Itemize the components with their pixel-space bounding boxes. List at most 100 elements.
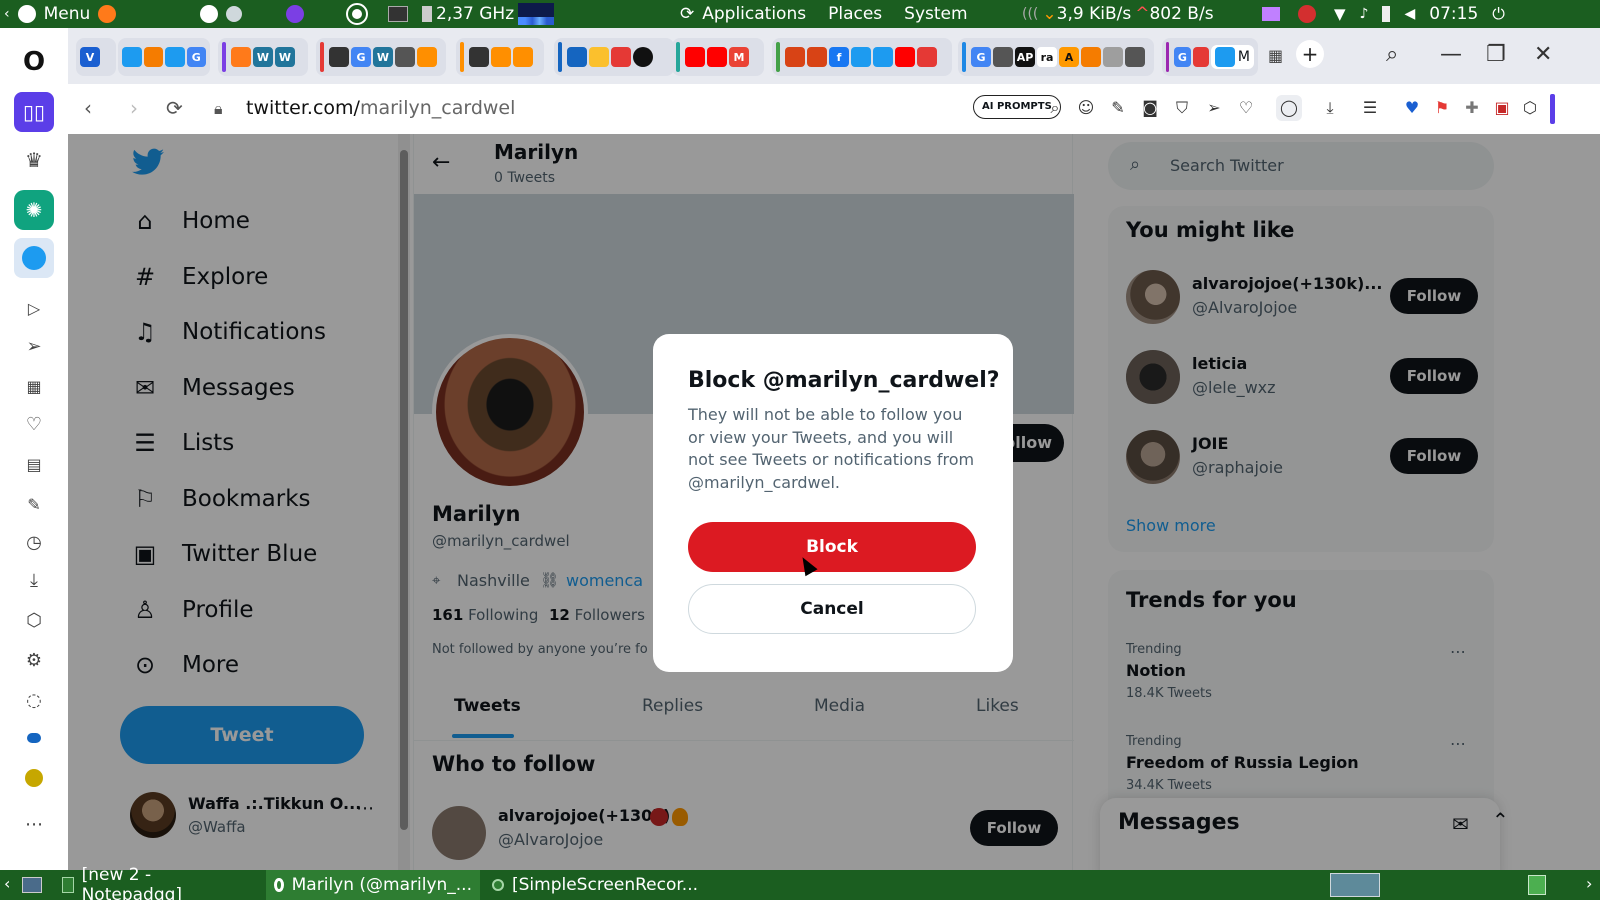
tab-group-8[interactable]: f	[772, 38, 952, 76]
wordpress-tab-icon-2[interactable]: W	[275, 47, 295, 67]
app-tab-icon-2[interactable]	[807, 47, 827, 67]
ext-red-icon[interactable]: ⚑	[1432, 98, 1452, 118]
chat-bubble-icon[interactable]	[14, 718, 54, 758]
clock-tab-icon-2[interactable]	[917, 47, 937, 67]
norton-tab-icon[interactable]	[589, 47, 609, 67]
volume-icon[interactable]: ◀	[1404, 6, 1415, 22]
firefox-icon[interactable]	[98, 5, 117, 23]
globe-tab-icon-2[interactable]	[993, 47, 1013, 67]
wordpress-tab-icon-3[interactable]: W	[373, 47, 393, 67]
minimize-icon[interactable]: —	[1440, 42, 1462, 67]
flame-tab-icon[interactable]	[417, 47, 437, 67]
workspace-switcher[interactable]	[1330, 873, 1380, 897]
settings-gear-icon[interactable]	[226, 6, 242, 22]
new-tab-icon[interactable]: +	[1296, 40, 1324, 68]
globe-tab-icon[interactable]	[395, 47, 415, 67]
tab-group-4[interactable]: G W	[316, 38, 446, 76]
emoji-icon[interactable]: ☺	[1076, 98, 1096, 118]
zoom-icon[interactable]: ⌕	[1045, 98, 1065, 118]
power-icon[interactable]: ⏻	[1492, 4, 1505, 24]
active-tab[interactable]: M	[1210, 45, 1255, 69]
app-tab-icon[interactable]	[785, 47, 805, 67]
task-screen-recorder[interactable]: [SimpleScreenRecor...	[484, 870, 714, 900]
archive-tab-icon[interactable]	[329, 47, 349, 67]
orange-tab-icon[interactable]	[1081, 47, 1101, 67]
ext-trash-icon[interactable]: ▣	[1492, 98, 1512, 118]
vivaldi-ext-icon[interactable]: ♥	[1402, 98, 1422, 118]
address-field[interactable]: twitter.com/marilyn_cardwel	[246, 97, 515, 119]
wifi-icon[interactable]: ▼	[1334, 5, 1346, 23]
search-tabs-icon[interactable]: ⌕	[1386, 42, 1398, 67]
vivaldi-tab-icon[interactable]: V	[80, 47, 100, 67]
sidebar-toggle[interactable]	[1550, 94, 1555, 124]
google-tab-icon-2[interactable]: G	[351, 47, 371, 67]
star-tab-icon[interactable]	[143, 47, 163, 67]
ebay-tab-icon[interactable]	[567, 47, 587, 67]
workspace-icon[interactable]: ▯▯	[14, 92, 54, 132]
google-tab-icon-4[interactable]: G	[1174, 47, 1191, 67]
lightbulb-icon[interactable]: ◌	[14, 680, 54, 720]
cancel-button[interactable]: Cancel	[688, 584, 976, 634]
extensions-cube-icon[interactable]: ⬡	[14, 600, 54, 640]
record-icon[interactable]	[1298, 5, 1316, 23]
chatgpt-icon[interactable]: ✺	[14, 190, 54, 230]
camera-icon[interactable]: ◙	[1140, 98, 1160, 118]
google-tab-icon[interactable]: G	[186, 47, 206, 67]
twitter-tab-icon-3[interactable]	[851, 47, 871, 67]
puzzle-tab-icon[interactable]	[1103, 47, 1123, 67]
facebook-tab-icon[interactable]: f	[829, 47, 849, 67]
terminal-icon[interactable]	[388, 6, 408, 22]
menu-button[interactable]: Menu	[44, 4, 91, 24]
globe-tab-icon-3[interactable]	[1125, 47, 1145, 67]
history-icon[interactable]: ◷	[14, 522, 54, 562]
tab-group-7[interactable]: M	[672, 38, 764, 76]
player-icon[interactable]: ▷	[14, 288, 54, 328]
tab-group-10[interactable]: G M	[1162, 38, 1258, 76]
tab-group-9[interactable]: G AP ra A	[958, 38, 1154, 76]
system-menu[interactable]: System	[904, 4, 967, 24]
download-icon[interactable]: ⤓	[1320, 98, 1340, 118]
close-window-icon[interactable]: ✕	[1534, 42, 1552, 67]
twitter-tab-icon-2[interactable]	[165, 47, 185, 67]
ext-puzzle-icon[interactable]: ✚	[1462, 98, 1482, 118]
task-notepadqq[interactable]: [new 2 - Notepadqq]	[54, 865, 258, 900]
opera-icon[interactable]	[346, 3, 368, 25]
text-tab-icon[interactable]: ra	[1037, 47, 1057, 67]
task-browser[interactable]: Marilyn (@marilyn_...	[266, 870, 480, 900]
arrow-left-icon[interactable]: ‹	[4, 6, 10, 22]
flame-tab-icon-3[interactable]	[513, 47, 533, 67]
show-desktop-icon[interactable]	[22, 877, 42, 893]
tab-group-1[interactable]: V	[76, 38, 116, 76]
opera-logo-icon[interactable]: O	[14, 42, 54, 82]
app-tab-icon-3[interactable]	[1192, 47, 1209, 67]
block-button[interactable]: Block	[688, 522, 976, 572]
youtube-tab-icon-2[interactable]	[707, 47, 727, 67]
tab-group-2[interactable]: G	[118, 38, 210, 76]
applications-menu[interactable]: Applications	[702, 4, 806, 24]
easy-setup-icon[interactable]: ☰	[1360, 98, 1380, 118]
trash-icon[interactable]	[1528, 875, 1546, 895]
twitter-tab-icon-4[interactable]	[873, 47, 893, 67]
twitter-sidebar-icon[interactable]	[14, 238, 54, 278]
edit-icon[interactable]: ✎	[1108, 98, 1128, 118]
google-tab-icon-3[interactable]: G	[971, 47, 991, 67]
profile-icon[interactable]: ◯	[1276, 95, 1302, 121]
ext-cube-icon[interactable]: ⬡	[1520, 98, 1540, 118]
archive-tab-icon-2[interactable]	[469, 47, 489, 67]
speed-dial-icon[interactable]: ▦	[14, 366, 54, 406]
clock-tab-icon[interactable]	[611, 47, 631, 67]
youtube-tab-icon-3[interactable]	[895, 47, 915, 67]
battery-icon[interactable]	[1382, 6, 1391, 22]
clock[interactable]: 07:15	[1429, 4, 1478, 24]
bookmark-heart-icon[interactable]: ♡	[1236, 98, 1256, 118]
taskbar-right-arrow-icon[interactable]: ›	[1586, 874, 1592, 893]
podcast-icon[interactable]	[286, 5, 304, 23]
tab-overview-icon[interactable]: ▦	[1268, 46, 1283, 65]
media-tab-icon[interactable]	[633, 47, 653, 67]
youtube-tab-icon[interactable]	[685, 47, 705, 67]
forward-icon[interactable]: ›	[130, 96, 138, 120]
bell-tray-icon[interactable]: ♪	[1360, 6, 1369, 22]
shield-icon[interactable]: ⛉	[1172, 98, 1192, 118]
settings-icon[interactable]: ⚙	[14, 640, 54, 680]
back-icon[interactable]: ‹	[84, 96, 92, 120]
